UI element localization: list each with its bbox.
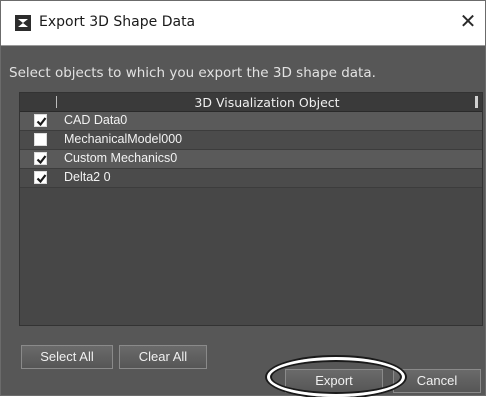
dialog-title: Export 3D Shape Data (39, 14, 196, 30)
table-row[interactable]: CAD Data0 (20, 112, 482, 131)
clear-all-button[interactable]: Clear All (119, 345, 207, 369)
row-label: CAD Data0 (64, 113, 128, 127)
select-all-button[interactable]: Select All (21, 345, 113, 369)
table-header: 3D Visualization Object (20, 93, 482, 112)
export-3d-shape-data-dialog: Export 3D Shape Data ✕ Select objects to… (0, 0, 486, 397)
row-label: Delta2 0 (64, 170, 111, 184)
checkmark-icon (36, 155, 47, 165)
row-label: MechanicalModel000 (64, 132, 183, 146)
checkmark-icon (36, 117, 47, 127)
cancel-button[interactable]: Cancel (393, 369, 481, 393)
table-row[interactable]: Delta2 0 (20, 169, 482, 188)
title-bar: Export 3D Shape Data ✕ (1, 1, 485, 46)
column-resize-handle[interactable] (475, 96, 478, 108)
close-icon[interactable]: ✕ (457, 10, 479, 32)
checkmark-icon (36, 174, 47, 184)
instruction-text: Select objects to which you export the 3… (9, 65, 376, 81)
app-logo-icon (15, 15, 31, 31)
column-header-3d-visualization-object[interactable]: 3D Visualization Object (57, 95, 477, 110)
table-row[interactable]: MechanicalModel000 (20, 131, 482, 150)
row-checkbox[interactable] (34, 171, 47, 184)
row-checkbox[interactable] (34, 133, 47, 146)
object-table: 3D Visualization Object CAD Data0 Mechan… (19, 92, 483, 326)
row-checkbox[interactable] (34, 114, 47, 127)
row-checkbox[interactable] (34, 152, 47, 165)
table-row[interactable]: Custom Mechanics0 (20, 150, 482, 169)
export-button[interactable]: Export (285, 369, 383, 393)
row-label: Custom Mechanics0 (64, 151, 178, 165)
